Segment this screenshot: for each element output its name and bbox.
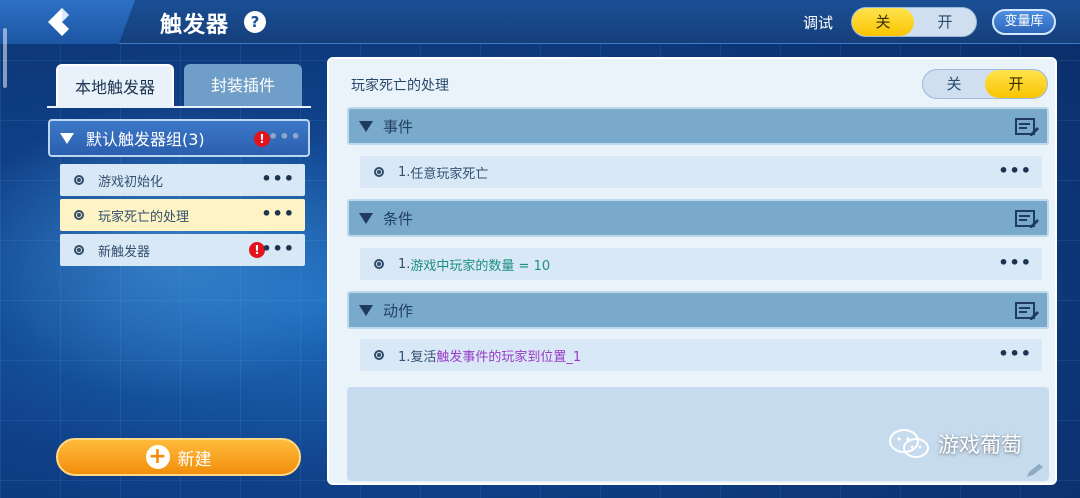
bullet-icon: [74, 210, 84, 220]
trigger-group-header[interactable]: 默认触发器组(3) ! •••: [48, 119, 310, 157]
page-title: 触发器: [160, 13, 230, 38]
trigger-item-label: 玩家死亡的处理: [98, 209, 190, 225]
event-row[interactable]: 1. 任意玩家死亡 •••: [360, 156, 1042, 188]
row-prefix: 1.: [398, 164, 411, 180]
collapse-triangle-icon[interactable]: [359, 120, 373, 132]
watermark-text: 游戏葡萄: [938, 433, 1022, 457]
variable-library-button[interactable]: 变量库: [992, 9, 1056, 35]
bullet-icon: [74, 175, 84, 185]
edit-list-icon[interactable]: [1015, 301, 1039, 321]
tabs-divider: [47, 106, 311, 108]
collapse-triangle-icon[interactable]: [359, 304, 373, 316]
section-label: 条件: [383, 209, 414, 228]
bullet-icon: [74, 245, 84, 255]
watermark: 游戏葡萄: [888, 428, 1022, 460]
tab-plugins[interactable]: 封装插件: [184, 64, 302, 107]
help-icon[interactable]: ?: [244, 11, 266, 33]
action-row[interactable]: 1.复活 触发事件的玩家到位置_1 •••: [360, 339, 1042, 371]
more-icon[interactable]: •••: [261, 169, 295, 188]
wechat-icon: [889, 429, 929, 458]
more-icon[interactable]: •••: [998, 161, 1032, 180]
row-prefix: 1.复活: [398, 349, 437, 365]
more-icon[interactable]: •••: [998, 253, 1032, 272]
more-icon[interactable]: •••: [998, 344, 1032, 363]
pencil-icon[interactable]: [1025, 463, 1045, 479]
row-text: 任意玩家死亡: [410, 166, 489, 182]
condition-row[interactable]: 1. 游戏中玩家的数量 = 10 •••: [360, 248, 1042, 280]
more-icon[interactable]: •••: [261, 239, 295, 258]
edit-list-icon[interactable]: [1015, 209, 1039, 229]
section-label: 动作: [383, 301, 414, 320]
plus-icon: +: [145, 445, 170, 469]
trigger-name: 玩家死亡的处理: [351, 78, 449, 94]
row-text: 触发事件的玩家到位置_1: [436, 349, 582, 365]
debug-toggle-off[interactable]: 关: [852, 8, 914, 36]
collapse-triangle-icon[interactable]: [60, 132, 74, 144]
bullet-icon: [374, 350, 384, 360]
debug-label: 调试: [803, 14, 834, 32]
trigger-item-label: 新触发器: [98, 244, 151, 260]
edge-scroll-indicator: [3, 28, 7, 88]
section-conditions-header[interactable]: 条件: [347, 199, 1049, 237]
trigger-item-selected[interactable]: 玩家死亡的处理 •••: [60, 199, 305, 231]
debug-toggle[interactable]: 关 开: [851, 7, 977, 37]
more-icon[interactable]: •••: [268, 127, 302, 146]
row-text: 游戏中玩家的数量 = 10: [410, 258, 551, 274]
debug-toggle-on[interactable]: 开: [914, 8, 976, 36]
top-bar: 触发器 ? 调试 关 开 变量库: [0, 0, 1080, 44]
tab-local-triggers[interactable]: 本地触发器: [56, 64, 174, 107]
trigger-group-label: 默认触发器组(3): [86, 130, 205, 149]
bullet-icon: [374, 167, 384, 177]
more-icon[interactable]: •••: [261, 204, 295, 223]
section-label: 事件: [383, 117, 414, 136]
trigger-item[interactable]: 游戏初始化 •••: [60, 164, 305, 196]
trigger-toggle-on[interactable]: 开: [985, 70, 1047, 98]
back-arrow-icon: [47, 8, 69, 36]
trigger-editor-panel: 玩家死亡的处理 关 开 事件 1. 任意玩家死亡 ••• 条件 1. 游戏中玩家…: [327, 57, 1057, 485]
collapse-triangle-icon[interactable]: [359, 212, 373, 224]
trigger-toggle-off[interactable]: 关: [923, 70, 985, 98]
new-trigger-label: 新建: [177, 449, 212, 470]
section-actions-header[interactable]: 动作: [347, 291, 1049, 329]
section-events-header[interactable]: 事件: [347, 107, 1049, 145]
edit-list-icon[interactable]: [1015, 117, 1039, 137]
back-button[interactable]: [0, 0, 135, 44]
trigger-item[interactable]: 新触发器 ! •••: [60, 234, 305, 266]
new-trigger-button[interactable]: + 新建: [56, 438, 301, 476]
row-prefix: 1.: [398, 256, 411, 272]
trigger-item-label: 游戏初始化: [98, 174, 164, 190]
trigger-enable-toggle[interactable]: 关 开: [922, 69, 1048, 99]
bullet-icon: [374, 259, 384, 269]
